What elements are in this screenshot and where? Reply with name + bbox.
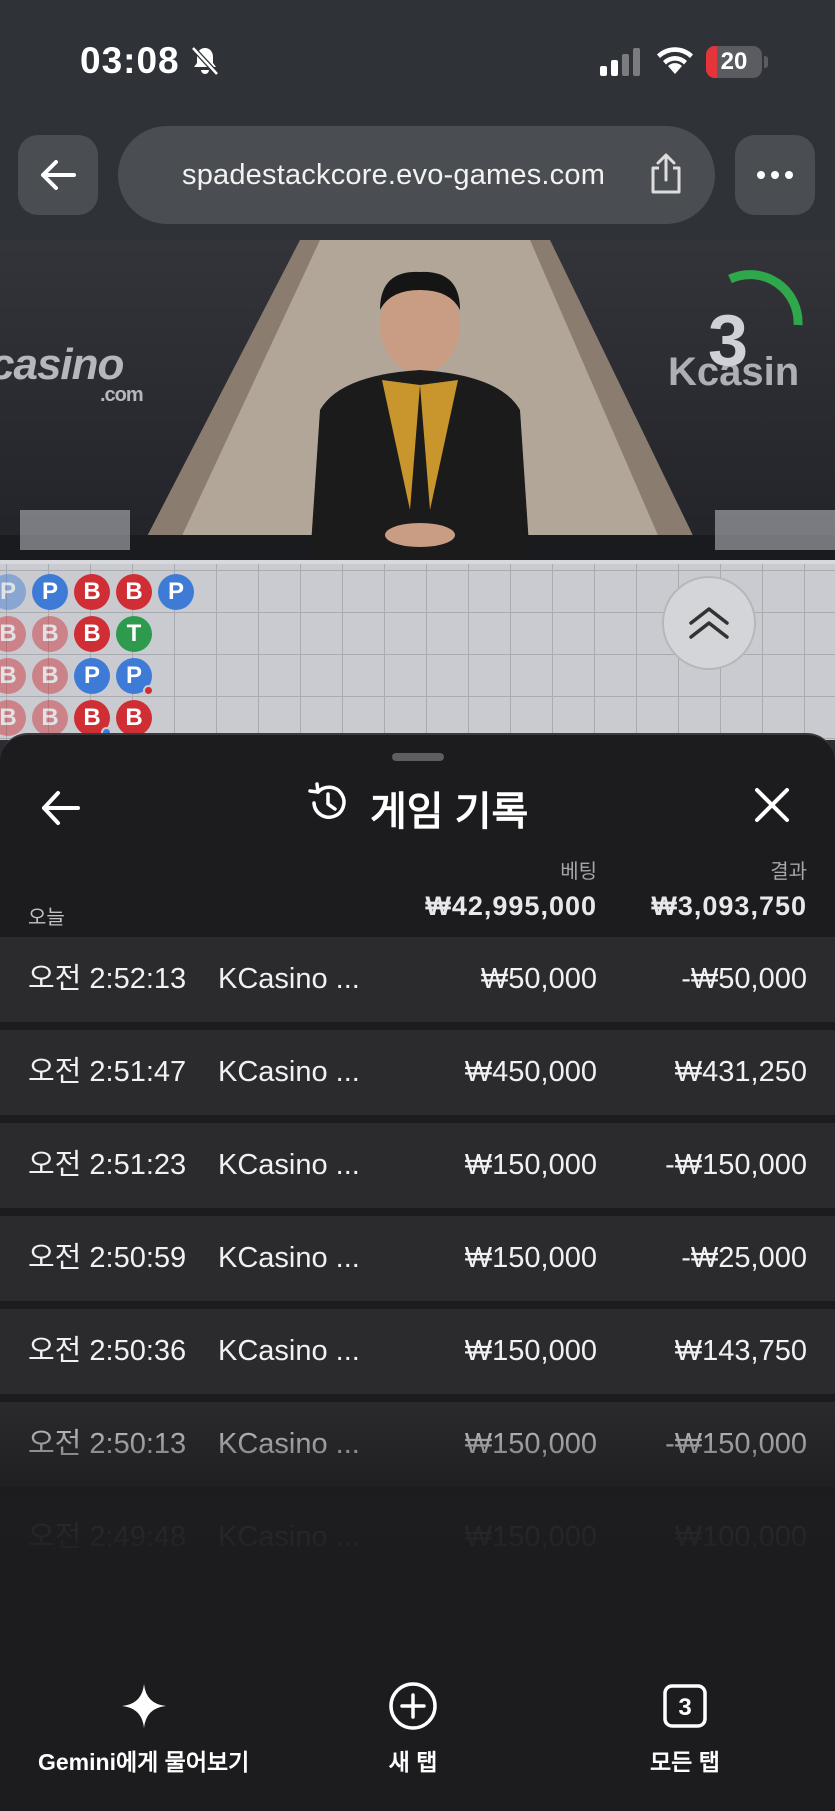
expand-roadmap-button[interactable]	[662, 576, 756, 670]
bead-p: P	[74, 658, 110, 694]
history-game: KCasino ...	[218, 1149, 360, 1181]
bead-b: B	[74, 574, 110, 610]
cellular-signal-icon	[600, 48, 640, 76]
history-row[interactable]: 오전 2:50:36 KCasino ... ₩150,000 ₩143,750	[0, 1309, 835, 1394]
all-tabs-button[interactable]: 3 모든 탭	[650, 1681, 720, 1777]
game-history-panel: 게임 기록 베팅 결과 오늘 ₩42,995,000 ₩3,093,750 오전…	[0, 733, 835, 1651]
ask-gemini-button[interactable]: Gemini에게 물어보기	[38, 1681, 249, 1777]
history-bet: ₩150,000	[464, 1335, 597, 1367]
live-video-stream[interactable]: casino .com Kcasin 3	[0, 240, 835, 560]
browser-bottom-bar: Gemini에게 물어보기 새 탭 3 모든 탭	[0, 1651, 835, 1811]
countdown-timer: 3	[707, 301, 749, 381]
history-result: -₩150,000	[665, 1149, 807, 1181]
history-time: 오전 2:50:59	[28, 1242, 187, 1274]
pair-marker-dot	[143, 685, 154, 696]
total-bet: ₩42,995,000	[425, 891, 597, 921]
total-result: ₩3,093,750	[651, 891, 807, 921]
history-row[interactable]: 오전 2:51:47 KCasino ... ₩450,000 ₩431,250	[0, 1030, 835, 1115]
bead-b: B	[32, 658, 68, 694]
history-row[interactable]: 오전 2:50:59 KCasino ... ₩150,000 -₩25,000	[0, 1216, 835, 1301]
history-bet: ₩150,000	[464, 1242, 597, 1274]
bead-p: P	[158, 574, 194, 610]
result-column-header: 결과	[770, 861, 807, 883]
history-result: -₩25,000	[681, 1242, 807, 1274]
close-icon[interactable]	[752, 785, 792, 825]
battery-nub	[764, 56, 768, 68]
bet-column-header: 베팅	[560, 861, 597, 883]
panel-back-button[interactable]	[38, 785, 84, 831]
svg-text:3: 3	[678, 1694, 691, 1721]
new-tab-button[interactable]: 새 탭	[388, 1681, 438, 1777]
sparkle-icon	[121, 1684, 166, 1728]
history-game: KCasino ...	[218, 1335, 360, 1367]
status-bar: 03:08 20	[0, 0, 835, 120]
history-bet: ₩50,000	[480, 963, 597, 995]
history-row[interactable]: 오전 2:52:13 KCasino ... ₩50,000 -₩50,000	[0, 937, 835, 1022]
bead-b: B	[0, 658, 26, 694]
history-row[interactable]: 오전 2:51:23 KCasino ... ₩150,000 -₩150,000	[0, 1123, 835, 1208]
panel-title: 게임 기록	[370, 790, 529, 834]
bead-p: P	[32, 574, 68, 610]
history-result: -₩50,000	[681, 963, 807, 995]
address-bar[interactable]: spadestackcore.evo-games.com	[118, 126, 715, 224]
share-icon[interactable]	[647, 152, 685, 196]
bead-p: P	[116, 658, 154, 696]
double-chevron-up-icon	[689, 607, 729, 639]
battery-indicator: 20	[706, 46, 762, 78]
url-text: spadestackcore.evo-games.com	[182, 158, 606, 191]
brand-logo-left: casino .com	[0, 340, 144, 406]
wifi-icon	[657, 47, 693, 74]
bell-slash-icon	[191, 46, 219, 76]
status-time: 03:08	[80, 40, 180, 81]
browser-back-button[interactable]	[18, 135, 98, 215]
bead-p: P	[0, 574, 26, 610]
tabs-count-icon: 3	[663, 1684, 707, 1728]
history-time: 오전 2:52:13	[28, 963, 187, 995]
history-time: 오전 2:51:23	[28, 1149, 187, 1181]
history-result: ₩143,750	[674, 1335, 807, 1367]
today-label: 오늘	[28, 907, 65, 929]
browser-toolbar: spadestackcore.evo-games.com	[0, 120, 835, 240]
bead-b: B	[74, 616, 110, 652]
scroll-fade	[0, 1395, 835, 1651]
battery-level: 20	[720, 48, 748, 75]
more-options-button[interactable]	[735, 135, 815, 215]
bead-b: B	[116, 574, 152, 610]
history-game: KCasino ...	[218, 963, 360, 995]
history-game: KCasino ...	[218, 1056, 360, 1088]
history-time: 오전 2:50:36	[28, 1335, 187, 1367]
bead-b: B	[0, 700, 26, 736]
history-game: KCasino ...	[218, 1242, 360, 1274]
history-bet: ₩150,000	[464, 1149, 597, 1181]
history-bet: ₩450,000	[464, 1056, 597, 1088]
history-result: ₩431,250	[674, 1056, 807, 1088]
back-arrow-icon	[41, 160, 76, 190]
history-time: 오전 2:51:47	[28, 1056, 187, 1088]
bead-b: B	[32, 616, 68, 652]
bead-b: B	[32, 700, 68, 736]
bead-b: B	[116, 700, 152, 736]
drag-handle[interactable]	[392, 753, 444, 761]
bead-b: B	[0, 616, 26, 652]
plus-circle-icon	[389, 1682, 437, 1730]
dealer-figure	[310, 271, 530, 560]
bead-b: B	[74, 700, 112, 738]
bead-t: T	[116, 616, 152, 652]
history-icon	[308, 782, 346, 819]
more-icon	[757, 171, 793, 179]
